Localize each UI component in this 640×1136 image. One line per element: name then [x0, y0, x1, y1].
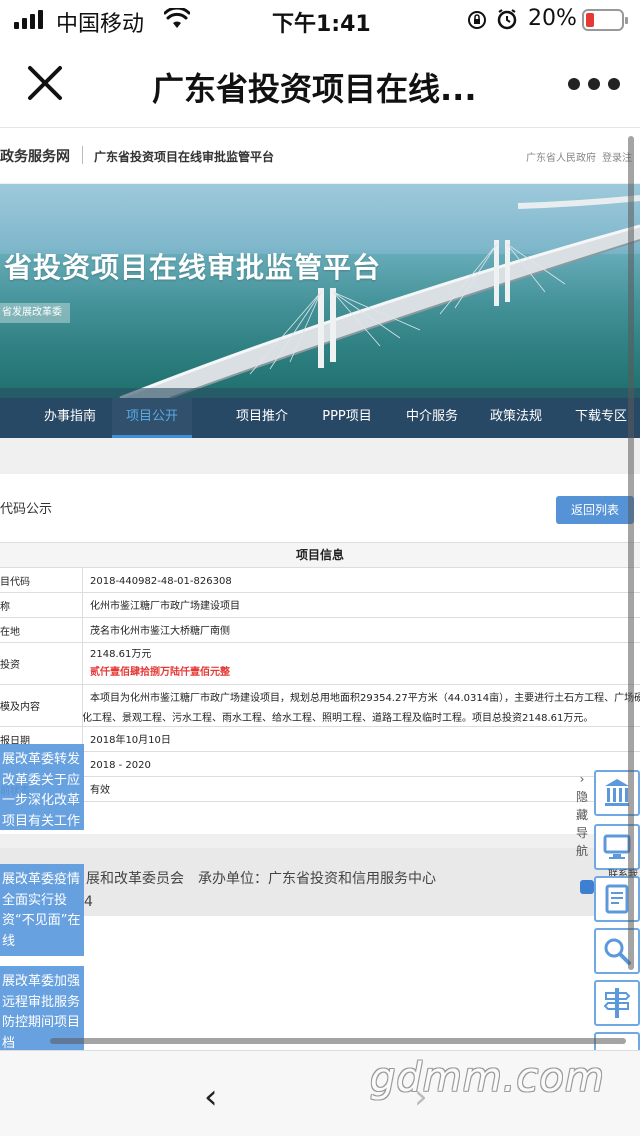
site-footer: 展和改革委员会 承办单位：广东省投资和信用服务中心 4 — [0, 848, 640, 916]
browser-toolbar: ‹ › gdmm.com — [0, 1050, 640, 1136]
row-key: 目代码 — [0, 568, 83, 592]
clock: 下午1:41 — [272, 12, 371, 37]
footer-line2: 4 — [84, 894, 93, 910]
gov-link[interactable]: 广东省人民政府 — [526, 149, 596, 164]
menu-item-policy[interactable]: 政策法规 — [486, 398, 546, 438]
page-title: 广东省投资项目在线... — [152, 70, 477, 108]
row-value: 有效 — [90, 785, 110, 796]
battery-percent: 20% — [528, 6, 577, 31]
project-panel: 代码公示 返回列表 项目信息 目代码 2018-440982-48-01-826… — [0, 474, 640, 834]
table-row: 在地 茂名市化州市鉴江大桥糖厂南侧 — [0, 618, 640, 643]
table-row: 报日期 2018年10月10日 — [0, 727, 640, 752]
row-value-capital: 贰仟壹佰肆拾捌万陆仟壹佰元整 — [90, 667, 230, 678]
hide-nav-toggle[interactable]: › 隐藏导航 — [572, 770, 592, 860]
horizontal-scrollbar[interactable] — [50, 1038, 626, 1044]
footer-host: 展和改革委员会 — [86, 871, 184, 887]
wechat-nav-bar: 广东省投资项目在线... — [0, 40, 640, 128]
menu-item-ppp[interactable]: PPP项目 — [316, 398, 378, 438]
row-key: 投资 — [0, 643, 83, 684]
menu-item-project-public[interactable]: 项目公开 — [112, 398, 192, 438]
table-row: 模及内容 本项目为化州市鉴江糖厂市政广场建设项目，规划总用地面积29354.27… — [0, 685, 640, 727]
row-value: 化州市鉴江糖厂市政广场建设项目 — [90, 601, 240, 612]
menu-item-agency[interactable]: 中介服务 — [402, 398, 462, 438]
row-key: 模及内容 — [0, 685, 83, 726]
bridge-image — [0, 195, 640, 398]
status-bar: 中国移动 下午1:41 20% — [0, 0, 640, 40]
battery-icon — [582, 9, 628, 31]
chevron-right-icon: › — [579, 772, 585, 786]
back-to-list-button[interactable]: 返回列表 — [556, 496, 634, 524]
project-info-table: 项目信息 目代码 2018-440982-48-01-826308 称 化州市鉴… — [0, 542, 640, 802]
banner-tag: 省发展改革委 — [0, 303, 70, 323]
table-title: 项目信息 — [0, 543, 640, 568]
row-value: 2018-440982-48-01-826308 — [90, 576, 232, 587]
table-row: 前状态 有效 — [0, 777, 640, 802]
panel-title: 代码公示 — [0, 502, 53, 517]
row-value: 2018 - 2020 — [90, 760, 151, 771]
row-value: 2018年10月10日 — [90, 735, 171, 746]
wifi-icon — [164, 8, 190, 28]
site-subtitle: 广东省投资项目在线审批监管平台 — [94, 150, 275, 164]
row-value: 本项目为化州市鉴江糖厂市政广场建设项目，规划总用地面积29354.27平方米（4… — [90, 693, 640, 704]
content-area: 代码公示 返回列表 项目信息 目代码 2018-440982-48-01-826… — [0, 438, 640, 848]
vertical-scrollbar[interactable] — [628, 136, 634, 970]
hide-nav-label: 隐藏导航 — [575, 790, 588, 858]
more-options-icon[interactable] — [568, 78, 620, 90]
news-tile[interactable]: 展改革委转发改革委关于应一步深化改革项目有关工作 — [0, 744, 84, 830]
menu-item-download[interactable]: 下载专区 — [570, 398, 632, 438]
signal-icon — [14, 10, 43, 29]
main-menu: 办事指南 项目公开 项目推介 PPP项目 中介服务 政策法规 下载专区 — [0, 398, 640, 438]
banner-title: 省投资项目在线审批监管平台 — [4, 251, 382, 284]
back-arrow-icon[interactable]: ‹ — [204, 1077, 218, 1117]
table-row: 称 化州市鉴江糖厂市政广场建设项目 — [0, 593, 640, 618]
bell-icon[interactable] — [580, 880, 594, 894]
close-icon[interactable] — [24, 62, 66, 104]
header-divider — [82, 146, 83, 164]
alarm-icon — [497, 9, 517, 30]
row-key: 称 — [0, 593, 83, 617]
site-header: 政务服务网 广东省投资项目在线审批监管平台 广东省人民政府 登录注 — [0, 128, 640, 184]
menu-item-guide[interactable]: 办事指南 — [40, 398, 100, 438]
footer-organizer: 承办单位：广东省投资和信用服务中心 — [198, 871, 436, 887]
table-row: 目代码 2018-440982-48-01-826308 — [0, 568, 640, 593]
watermark: gdmm.com — [370, 1055, 605, 1101]
news-tile[interactable]: 展改革委疫情全面实行投资“不见面”在线 — [0, 864, 84, 956]
rotation-lock-icon — [468, 11, 486, 29]
table-row: 2018 - 2020 — [0, 752, 640, 777]
side-nav-signpost-icon[interactable] — [594, 980, 640, 1026]
table-row: 投资 2148.61万元 贰仟壹佰肆拾捌万陆仟壹佰元整 — [0, 643, 640, 685]
carrier-name: 中国移动 — [56, 12, 145, 37]
hero-banner: 省投资项目在线审批监管平台 省发展改革委 — [0, 184, 640, 398]
row-key: 在地 — [0, 618, 83, 642]
site-brand[interactable]: 政务服务网 — [0, 146, 70, 166]
row-value: 2148.61万元 — [90, 649, 152, 660]
menu-item-project-promo[interactable]: 项目推介 — [232, 398, 292, 438]
row-value-line2: 化工程、景观工程、污水工程、雨水工程、给水工程、照明工程、道路工程及临时工程。项… — [82, 713, 594, 724]
row-value: 茂名市化州市鉴江大桥糖厂南侧 — [90, 626, 230, 637]
